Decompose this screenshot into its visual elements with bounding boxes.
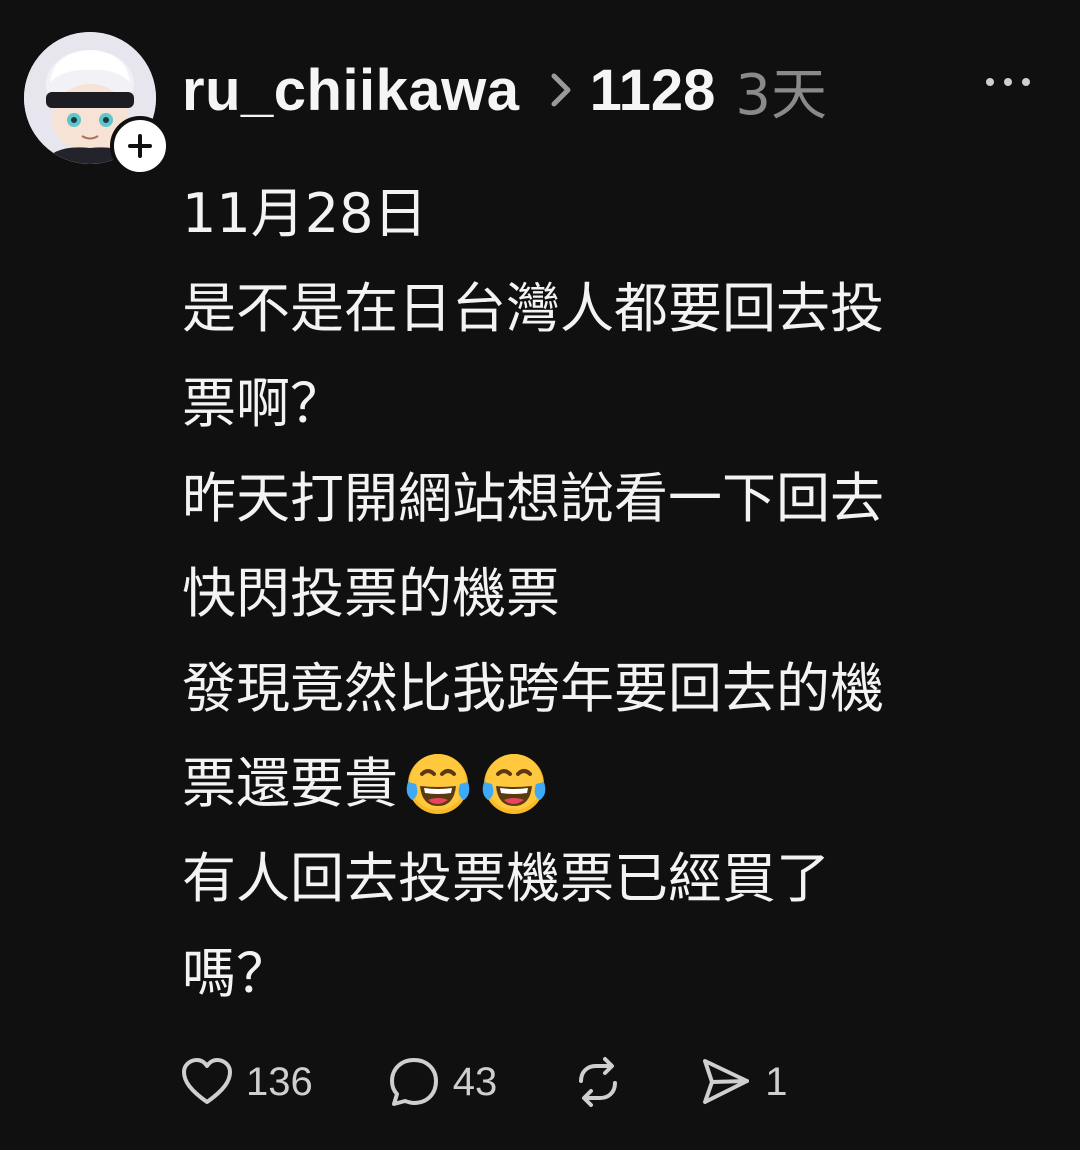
more-horizontal-icon <box>986 78 994 86</box>
heart-icon <box>182 1058 232 1104</box>
comment-button[interactable]: 43 <box>387 1055 498 1109</box>
body-line: 嗎？ <box>182 942 290 1005</box>
body-line: 昨天打開網站想說看一下回去 <box>182 467 884 530</box>
body-line: 11月28日 <box>182 182 428 245</box>
post-actions: 136 43 1 <box>180 1050 848 1114</box>
more-options-button[interactable] <box>986 70 1030 94</box>
like-button[interactable]: 136 <box>180 1057 313 1107</box>
body-line: 發現竟然比我跨年要回去的機 <box>182 657 884 720</box>
post-header: ru_chiikawa 1128 3天 <box>182 50 827 130</box>
topic-tag[interactable]: 1128 <box>590 57 716 124</box>
username[interactable]: ru_chiikawa <box>182 57 520 124</box>
chevron-right-icon <box>550 72 572 108</box>
body-line: 有人回去投票機票已經買了 <box>182 847 830 910</box>
repost-icon <box>579 1057 618 1107</box>
body-line: 是不是在日台灣人都要回去投 <box>182 277 884 340</box>
face-with-tears-of-joy-icon <box>406 753 470 814</box>
threads-post: ru_chiikawa 1128 3天 11月28日 是不是在日台灣人都要回去投… <box>0 0 1080 1150</box>
repost-button[interactable] <box>571 1055 625 1109</box>
send-icon <box>703 1059 750 1104</box>
share-button[interactable]: 1 <box>699 1055 788 1109</box>
comment-count: 43 <box>452 1059 498 1104</box>
body-line: 快閃投票的機票 <box>182 562 560 625</box>
follow-button[interactable] <box>110 116 170 176</box>
body-line: 票啊？ <box>182 372 344 435</box>
plus-icon <box>128 134 152 158</box>
share-count: 1 <box>765 1059 788 1104</box>
comment-bubble-icon <box>389 1058 438 1106</box>
author-avatar-wrapper[interactable] <box>24 32 170 176</box>
body-line: 票還要貴 <box>182 736 1032 831</box>
post-body: 11月28日 是不是在日台灣人都要回去投 票啊？ 昨天打開網站想說看一下回去 快… <box>182 166 1032 1021</box>
timestamp: 3天 <box>735 62 828 128</box>
face-with-tears-of-joy-icon <box>482 753 546 814</box>
like-count: 136 <box>246 1059 313 1104</box>
